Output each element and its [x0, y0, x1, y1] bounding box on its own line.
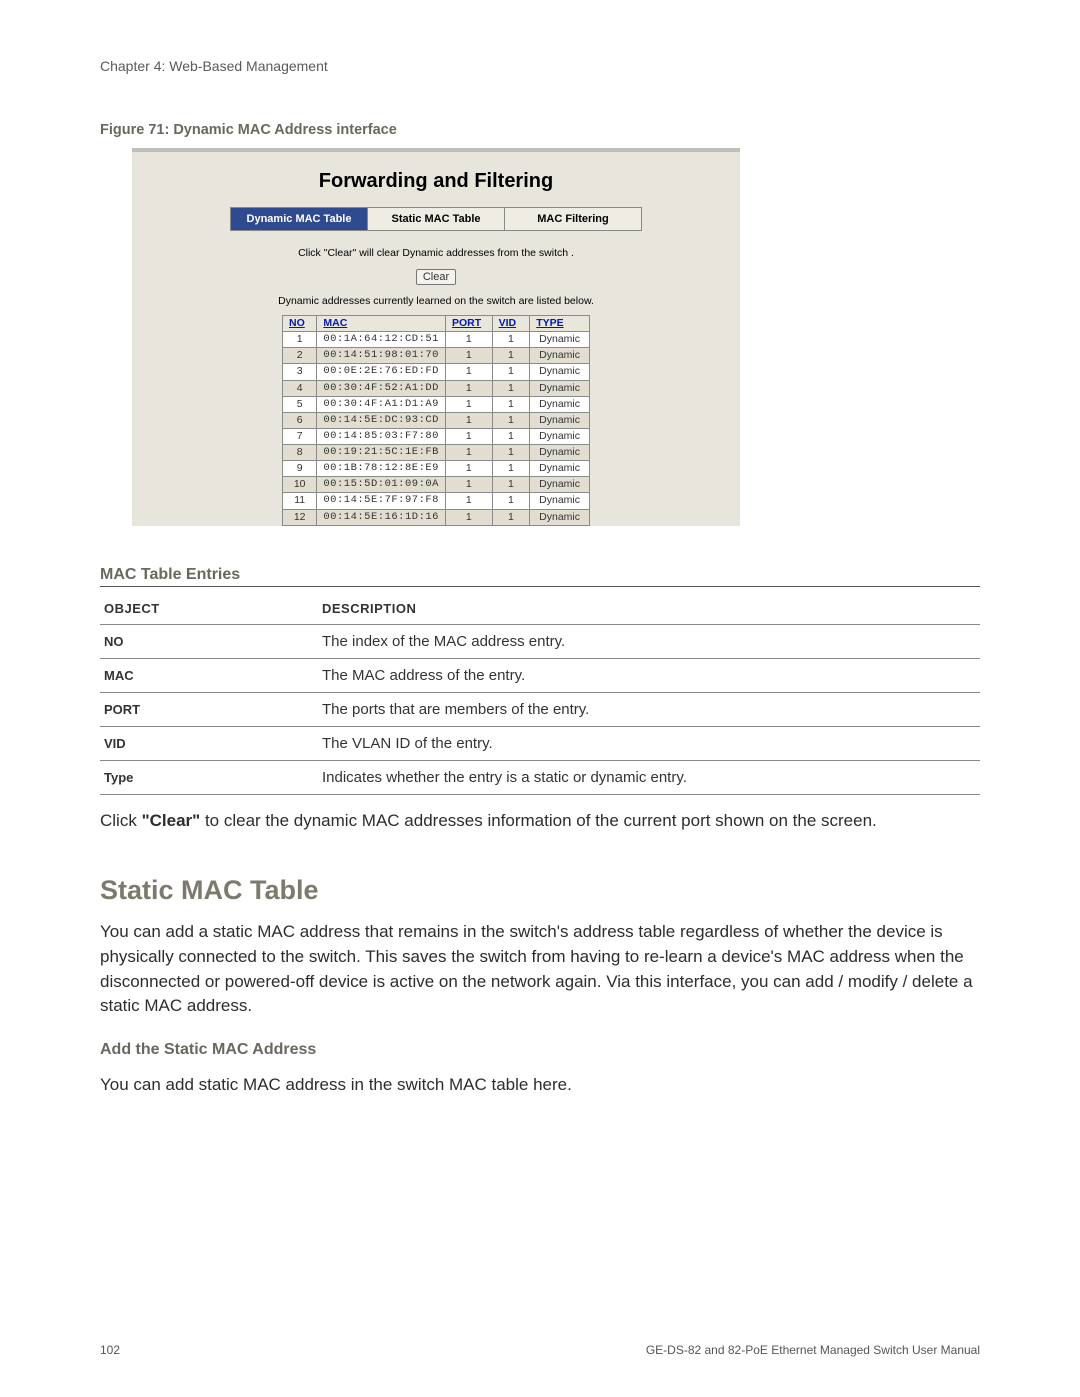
- table-row: PORTThe ports that are members of the en…: [100, 692, 980, 726]
- table-row: 900:1B:78:12:8E:E911Dynamic: [283, 461, 590, 477]
- table-row: 800:19:21:5C:1E:FB11Dynamic: [283, 445, 590, 461]
- entries-col-description: DESCRIPTION: [318, 593, 980, 625]
- clear-bold: "Clear": [142, 811, 201, 830]
- screenshot-title: Forwarding and Filtering: [132, 170, 740, 193]
- tab-dynamic-mac[interactable]: Dynamic MAC Table: [231, 208, 368, 230]
- table-row: 400:30:4F:52:A1:DD11Dynamic: [283, 380, 590, 396]
- learned-note: Dynamic addresses currently learned on t…: [132, 295, 740, 307]
- mac-address-table: NO MAC PORT VID TYPE 100:1A:64:12:CD:511…: [282, 315, 590, 526]
- entries-table: OBJECT DESCRIPTION NOThe index of the MA…: [100, 593, 980, 795]
- table-row: 500:30:4F:A1:D1:A911Dynamic: [283, 396, 590, 412]
- table-row: 1100:14:5E:7F:97:F811Dynamic: [283, 493, 590, 509]
- table-row: 200:14:51:98:01:7011Dynamic: [283, 348, 590, 364]
- add-static-para: You can add static MAC address in the sw…: [100, 1073, 980, 1098]
- tab-bar: Dynamic MAC Table Static MAC Table MAC F…: [230, 207, 642, 231]
- add-static-subhead: Add the Static MAC Address: [100, 1041, 980, 1059]
- footer-manual-title: GE-DS-82 and 82-PoE Ethernet Managed Swi…: [646, 1343, 980, 1357]
- table-row: 1200:14:5E:16:1D:1611Dynamic: [283, 509, 590, 525]
- static-mac-para: You can add a static MAC address that re…: [100, 920, 980, 1019]
- table-row: TypeIndicates whether the entry is a sta…: [100, 760, 980, 794]
- col-port[interactable]: PORT: [452, 317, 481, 329]
- table-row: NOThe index of the MAC address entry.: [100, 624, 980, 658]
- page-number: 102: [100, 1343, 120, 1357]
- tab-static-mac[interactable]: Static MAC Table: [368, 208, 505, 230]
- table-row: 300:0E:2E:76:ED:FD11Dynamic: [283, 364, 590, 380]
- table-row: 600:14:5E:DC:93:CD11Dynamic: [283, 412, 590, 428]
- clear-button[interactable]: Clear: [416, 269, 456, 285]
- col-mac[interactable]: MAC: [323, 317, 347, 329]
- page-footer: 102 GE-DS-82 and 82-PoE Ethernet Managed…: [100, 1343, 980, 1357]
- clear-post: to clear the dynamic MAC addresses infor…: [200, 811, 877, 830]
- clear-note: Click "Clear" will clear Dynamic address…: [132, 247, 740, 259]
- clear-instruction: Click "Clear" to clear the dynamic MAC a…: [100, 809, 980, 834]
- table-row: VIDThe VLAN ID of the entry.: [100, 726, 980, 760]
- col-vid[interactable]: VID: [499, 317, 517, 329]
- screenshot-panel: Forwarding and Filtering Dynamic MAC Tab…: [132, 148, 740, 526]
- static-mac-heading: Static MAC Table: [100, 875, 980, 906]
- table-row: 1000:15:5D:01:09:0A11Dynamic: [283, 477, 590, 493]
- entries-heading: MAC Table Entries: [100, 566, 980, 587]
- table-row: 100:1A:64:12:CD:5111Dynamic: [283, 332, 590, 348]
- col-no[interactable]: NO: [289, 317, 305, 329]
- clear-pre: Click: [100, 811, 142, 830]
- tab-mac-filtering[interactable]: MAC Filtering: [505, 208, 641, 230]
- entries-col-object: OBJECT: [100, 593, 318, 625]
- figure-caption: Figure 71: Dynamic MAC Address interface: [100, 122, 980, 138]
- table-row: MACThe MAC address of the entry.: [100, 658, 980, 692]
- col-type[interactable]: TYPE: [536, 317, 563, 329]
- table-row: 700:14:85:03:F7:8011Dynamic: [283, 428, 590, 444]
- chapter-header: Chapter 4: Web-Based Management: [100, 58, 980, 74]
